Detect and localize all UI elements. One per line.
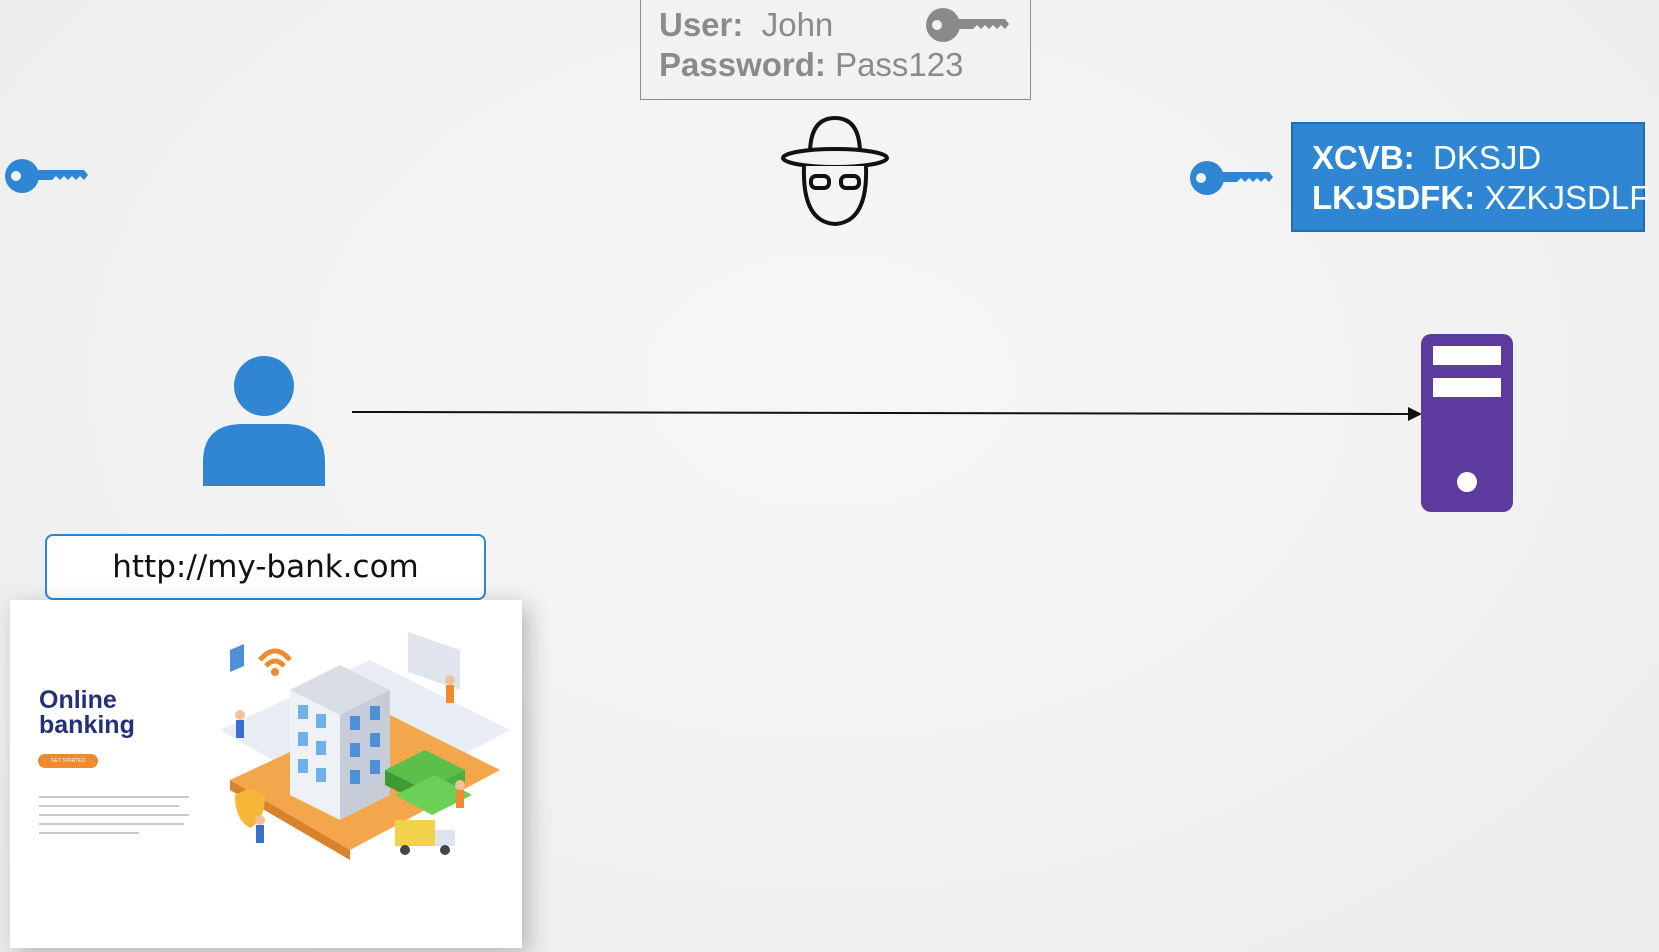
bank-heading-line-1: Online: [39, 686, 117, 714]
url-text: http://my-bank.com: [112, 549, 419, 585]
bank-heading: Online banking: [39, 688, 159, 738]
encrypted-line-1-value: DKSJD: [1433, 139, 1542, 176]
server-key-icon: [1190, 161, 1273, 195]
request-arrow: [352, 407, 1422, 421]
bank-body-text-lines: [39, 796, 189, 841]
url-bar[interactable]: http://my-bank.com: [45, 534, 486, 600]
user-value: John: [761, 6, 834, 43]
encrypted-line-2: LKJSDFK: XZKJSDLF: [1312, 178, 1649, 218]
encrypted-line-1-label: XCVB:: [1312, 139, 1415, 176]
bank-illustration: [220, 632, 510, 860]
server-icon: [1421, 334, 1513, 512]
encrypted-line-1: XCVB: DKSJD: [1312, 138, 1643, 178]
password-label: Password:: [659, 46, 826, 83]
bank-website-preview: Online banking GET STARTED: [10, 600, 522, 948]
encrypted-line-2-label: LKJSDFK:: [1312, 179, 1476, 216]
user-label: User:: [659, 6, 744, 43]
user-icon: [203, 356, 325, 486]
bank-heading-line-2: banking: [39, 711, 135, 739]
get-started-button[interactable]: GET STARTED: [38, 754, 98, 768]
encrypted-line-2-value: XZKJSDLF: [1484, 179, 1650, 216]
gray-key-icon: [926, 8, 1009, 42]
encrypted-credentials-box: XCVB: DKSJD LKJSDFK: XZKJSDLF: [1291, 122, 1649, 232]
hacker-icon: [781, 115, 889, 227]
password-line: Password: Pass123: [659, 45, 1030, 85]
password-value: Pass123: [835, 46, 964, 83]
client-key-icon: [5, 159, 88, 193]
